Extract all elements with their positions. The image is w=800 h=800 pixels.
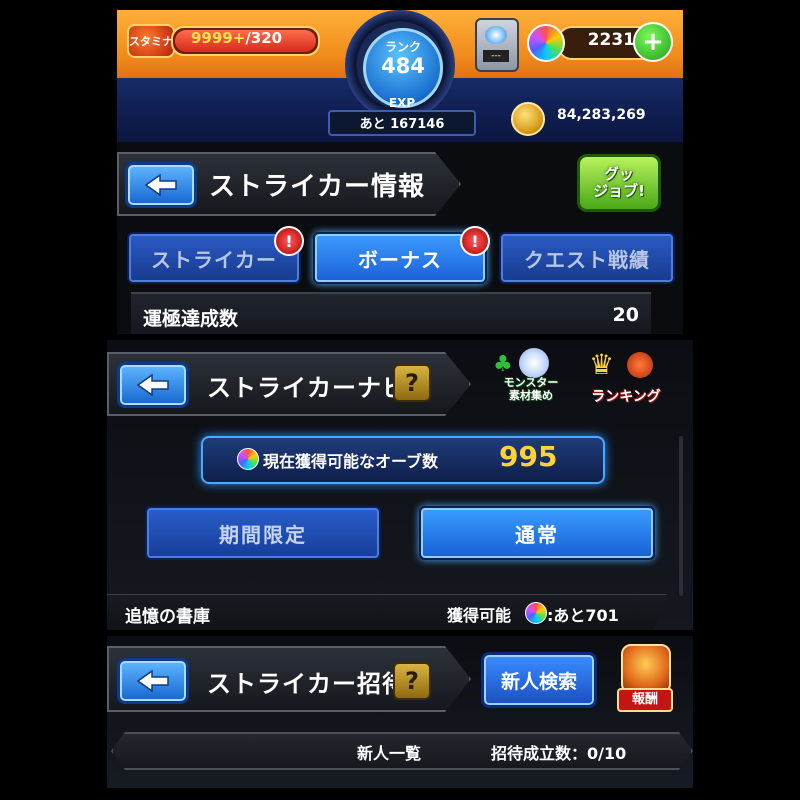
archive-remaining: :あと701 [547,606,619,625]
buy-orb-button[interactable]: + [633,22,673,62]
box-slot: --- [483,50,509,62]
orb-available-value: 995 [499,440,558,473]
ranking-label: ランキング [591,389,661,405]
section-title: ストライカー招待 [207,670,407,698]
stamina-max: /320 [245,29,283,47]
stamina-text: 9999+/320 [191,29,282,47]
orb-count: 2231 [587,30,635,50]
orb-box-icon[interactable]: --- [475,18,519,72]
help-button[interactable]: ? [393,364,431,402]
scrollbar[interactable] [679,436,683,596]
orb-icon [525,602,547,624]
reward-button[interactable]: 報酬 [613,640,675,716]
tab-quest-record[interactable]: クエスト戦績 [499,232,675,284]
orb-icon [237,448,259,470]
reward-icon [621,644,671,694]
rank-value: 484 [381,54,425,78]
help-button[interactable]: ? [393,662,431,700]
back-button[interactable] [117,658,189,704]
good-job-button[interactable]: グッ ジョブ! [577,154,661,212]
invite-count: 招待成立数：0/10 [491,744,627,763]
rank-label: ランク [384,40,421,54]
striker-navi-panel: ストライカーナビ ? ♣ モンスター 素材集め ♛ ランキング 現在獲得可能なオ… [107,340,693,630]
page-title: ストライカー情報 [209,172,426,202]
striker-invite-panel: ストライカー招待 ? 新人検索 報酬 新人一覧 招待成立数：0/10 [107,636,693,788]
new-player-search-button[interactable]: 新人検索 [481,652,597,708]
ranking-button[interactable]: ♛ ランキング [583,348,669,412]
back-button[interactable] [125,162,197,208]
monster-material-label: モンスター 素材集め [503,376,559,402]
orb-icon [527,24,565,62]
normal-button[interactable]: 通常 [419,506,655,560]
clover-icon: ♣ [493,352,513,377]
striker-info-panel: ストライカー情報 グッ ジョブ! ストライカー ! ボーナス ! クエスト戦績 … [117,142,683,334]
status-bar: スタミナ 9999+/320 ランク 484 EXP あと 167146 ---… [117,10,683,142]
row-label: 運極達成数 [143,308,239,330]
crown-icon: ♛ [589,348,615,381]
stamina-current: 9999+ [191,29,246,47]
new-player-list-label: 新人一覧 [357,744,422,763]
back-arrow-icon [144,173,177,197]
alert-icon: ! [460,226,490,256]
section-title: ストライカーナビ [207,374,407,402]
archive-available-label: 獲得可能 [447,606,512,625]
reward-label: 報酬 [617,688,673,712]
back-arrow-icon [136,373,169,397]
archive-label: 追憶の書庫 [125,607,210,627]
row-value: 20 [612,304,639,326]
limited-time-button[interactable]: 期間限定 [145,506,381,560]
gem-icon [519,348,549,378]
exp-remaining: あと 167146 [359,117,445,132]
back-button[interactable] [117,362,189,408]
gold-amount: 84,283,269 [557,107,646,123]
stamina-icon: スタミナ [127,24,175,58]
gold-coin-icon [511,102,545,136]
alert-icon: ! [274,226,304,256]
exp-label: EXP [388,96,416,110]
monster-material-button[interactable]: ♣ モンスター 素材集め [489,348,573,412]
back-arrow-icon [136,669,169,693]
dragon-icon [627,352,653,378]
orb-available-label: 現在獲得可能なオーブ数 [263,452,439,471]
